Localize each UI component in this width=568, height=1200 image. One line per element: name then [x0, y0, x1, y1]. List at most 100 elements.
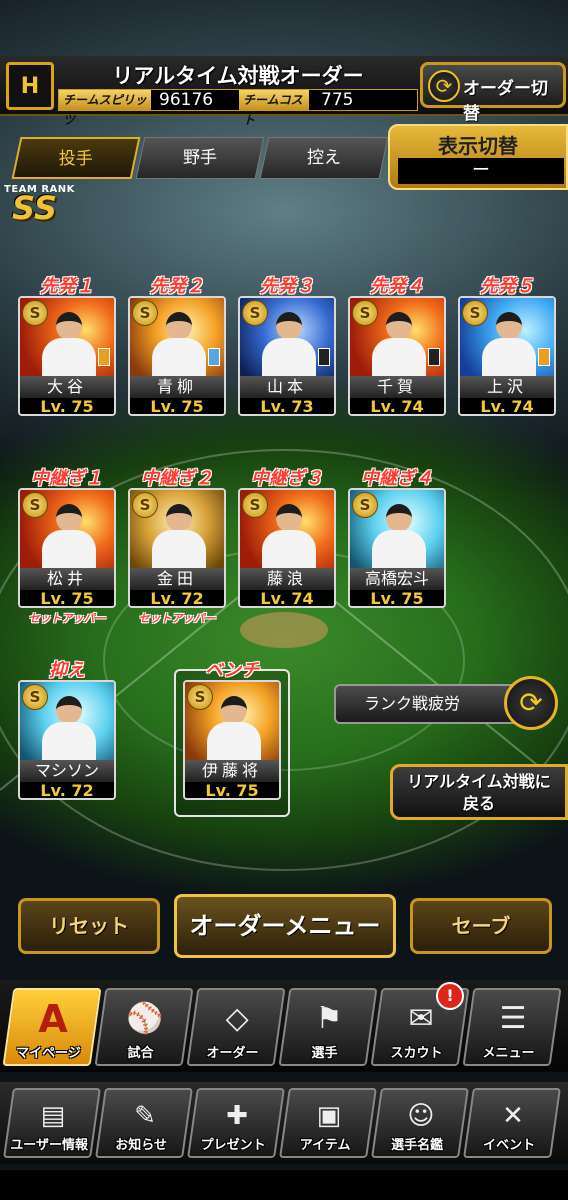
card-frame: S 松井 Lv. 75 — [18, 488, 116, 608]
player-card-reliever-4[interactable]: 中継ぎ４ S 高橋宏斗 Lv. 75 — [348, 464, 446, 612]
tab-pitcher-label: 投手 — [58, 149, 93, 169]
player-level: Lv. 74 — [350, 398, 444, 414]
rarity-s-icon: S — [22, 684, 48, 710]
player-name: 金田 — [130, 568, 224, 590]
player-portrait — [262, 504, 316, 572]
nav-user-info[interactable]: ▤ ユーザー情報 — [3, 1088, 101, 1158]
order-menu-button[interactable]: オーダーメニュー — [174, 894, 396, 958]
rarity-s-icon: S — [132, 492, 158, 518]
bats-ball-icon: ✕ — [502, 1101, 524, 1131]
field-icon: ◇ — [225, 1001, 249, 1036]
player-card-closer[interactable]: 抑え S マシソン Lv. 72 — [18, 656, 116, 804]
player-card-starter-3[interactable]: 先発３ S 山本 Lv. 73 — [238, 272, 336, 420]
save-button[interactable]: セーブ — [410, 898, 552, 954]
nav-match[interactable]: ⚾ 試合 — [94, 988, 194, 1066]
team-rank-badge: TEAM RANK SS — [4, 184, 84, 232]
card-role: 中継ぎ２ — [141, 468, 213, 489]
card-frame: S 山本 Lv. 73 — [238, 296, 336, 416]
player-portrait — [372, 504, 426, 572]
player-card-reliever-3[interactable]: 中継ぎ３ S 藤浪 Lv. 74 — [238, 464, 336, 612]
player-card-starter-4[interactable]: 先発４ S 千賀 Lv. 74 — [348, 272, 446, 420]
player-card-starter-5[interactable]: 先発５ S 上沢 Lv. 74 — [458, 272, 556, 420]
nav-menu[interactable]: ☰ メニュー — [462, 988, 562, 1066]
player-directory-icon: ☺ — [407, 1101, 435, 1131]
player-level: Lv. 75 — [20, 590, 114, 606]
primary-nav: A マイページ ⚾ 試合 ◇ オーダー ⚑ 選手 ✉ スカウト ☰ メニュー — [0, 980, 568, 1072]
nav-label: 選手 — [311, 1046, 338, 1061]
player-level: Lv. 74 — [460, 398, 554, 414]
player-level: Lv. 74 — [240, 590, 334, 606]
player-portrait — [42, 504, 96, 572]
player-level: Lv. 75 — [185, 782, 279, 798]
refresh-icon[interactable]: ⟳ — [504, 676, 558, 730]
nav-present[interactable]: ✚ プレゼント — [187, 1088, 285, 1158]
player-portrait — [152, 504, 206, 572]
rarity-s-icon: S — [22, 492, 48, 518]
player-card-starter-2[interactable]: 先発２ S 青柳 Lv. 75 — [128, 272, 226, 420]
rank-fatigue-button[interactable]: ランク戦疲労 ⟳ — [334, 676, 558, 730]
nav-label: スカウト — [390, 1046, 443, 1061]
card-role: 先発２ — [150, 276, 204, 297]
rarity-s-icon: S — [132, 300, 158, 326]
secondary-nav: ▤ ユーザー情報 ✎ お知らせ ✚ プレゼント ▣ アイテム ☺ 選手名鑑 ✕ … — [0, 1082, 568, 1164]
display-switch-label: 表示切替 — [438, 134, 518, 158]
nav-label: 試合 — [127, 1046, 154, 1061]
item-book-icon: ▣ — [316, 1101, 342, 1131]
player-portrait — [372, 312, 426, 380]
order-switch-button[interactable]: ⟳ オーダー切替 — [420, 62, 566, 124]
card-role: 先発５ — [480, 276, 534, 297]
setup-tag: セットアッパー — [28, 612, 106, 625]
nav-label: プレゼント — [200, 1138, 266, 1153]
order-switch-label: オーダー切替 — [463, 79, 548, 124]
rarity-s-icon: S — [352, 300, 378, 326]
player-card-bench[interactable]: ベンチ S 伊藤将 Lv. 75 — [183, 656, 281, 804]
player-level: Lv. 75 — [130, 398, 224, 414]
card-frame: S 金田 Lv. 72 — [128, 488, 226, 608]
level-chip — [538, 348, 550, 366]
reset-button[interactable]: リセット — [18, 898, 160, 954]
player-name: 伊藤将 — [185, 760, 279, 782]
level-chip — [318, 348, 330, 366]
stadium-icon: ⚾ — [126, 1001, 164, 1036]
player-portrait — [262, 312, 316, 380]
tab-fielder[interactable]: 野手 — [135, 137, 265, 179]
tab-pitcher[interactable]: 投手 — [11, 137, 141, 179]
player-portrait — [482, 312, 536, 380]
card-role: 中継ぎ１ — [31, 468, 103, 489]
level-chip — [98, 348, 110, 366]
player-level: Lv. 75 — [20, 398, 114, 414]
player-name: 松井 — [20, 568, 114, 590]
nav-order[interactable]: ◇ オーダー — [186, 988, 286, 1066]
tab-fielder-label: 野手 — [183, 148, 217, 168]
rarity-s-icon: S — [242, 300, 268, 326]
display-switch-button[interactable]: 表示切替 ー — [388, 124, 568, 190]
player-card-reliever-1[interactable]: 中継ぎ１ S 松井 Lv. 75 セットアッパー — [18, 464, 116, 625]
nav-label: お知らせ — [115, 1138, 167, 1153]
nav-player-directory[interactable]: ☺ 選手名鑑 — [371, 1088, 469, 1158]
nav-news[interactable]: ✎ お知らせ — [95, 1088, 193, 1158]
player-card-starter-1[interactable]: 先発１ S 大谷 Lv. 75 — [18, 272, 116, 420]
player-card-reliever-2[interactable]: 中継ぎ２ S 金田 Lv. 72 セットアッパー — [128, 464, 226, 625]
card-frame: S 藤浪 Lv. 74 — [238, 488, 336, 608]
nav-players[interactable]: ⚑ 選手 — [278, 988, 378, 1066]
card-role: 先発３ — [260, 276, 314, 297]
tab-substitute[interactable]: 控え — [259, 137, 389, 179]
scout-alert-badge: ! — [436, 982, 464, 1010]
return-to-realtime-button[interactable]: リアルタイム対戦に 戻る — [390, 764, 568, 820]
card-frame: S 千賀 Lv. 74 — [348, 296, 446, 416]
swap-icon: ⟳ — [428, 70, 460, 102]
level-chip — [208, 348, 220, 366]
nav-items[interactable]: ▣ アイテム — [279, 1088, 377, 1158]
setup-tag: セットアッパー — [138, 612, 216, 625]
rank-fatigue-label: ランク戦疲労 — [334, 684, 520, 724]
player-level: Lv. 75 — [350, 590, 444, 606]
nav-event[interactable]: ✕ イベント — [463, 1088, 561, 1158]
team-cost-value: 775 — [321, 90, 354, 110]
nav-mypage[interactable]: A マイページ — [2, 988, 102, 1066]
rarity-s-icon: S — [22, 300, 48, 326]
player-name: 上沢 — [460, 376, 554, 398]
nav-label: ユーザー情報 — [10, 1138, 88, 1153]
display-switch-value: ー — [398, 158, 564, 184]
player-name: マシソン — [20, 760, 114, 782]
team-spirit-label: チームスピリッツ — [59, 90, 151, 127]
